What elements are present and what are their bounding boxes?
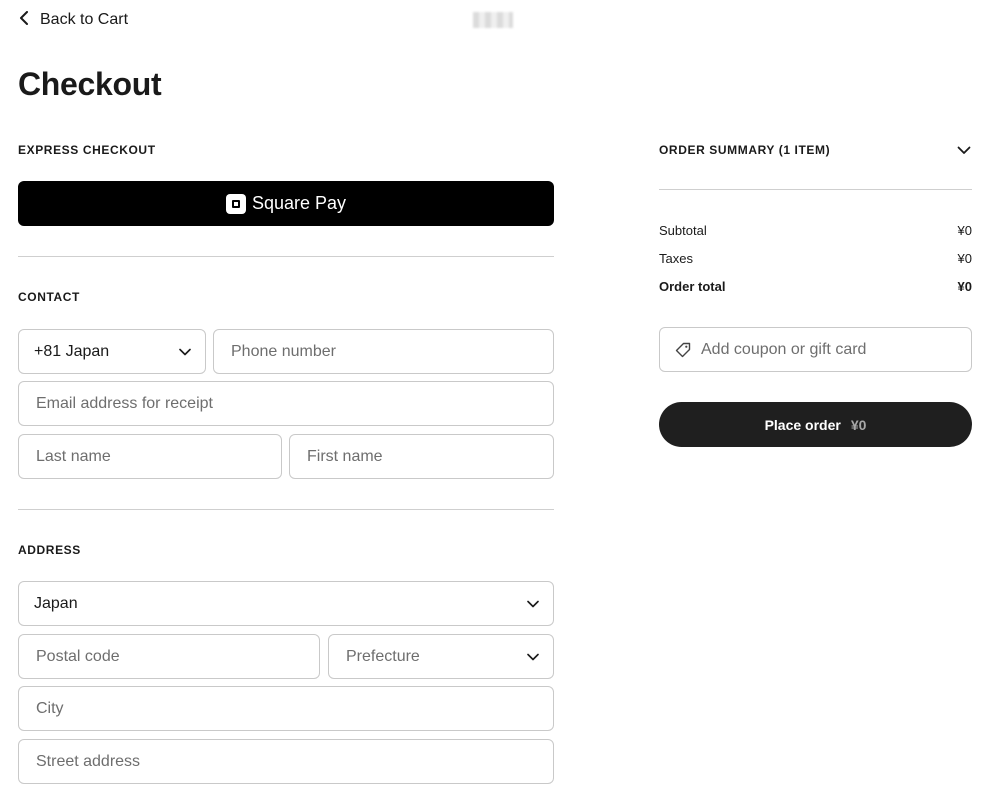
- taxes-row: Taxes ¥0: [659, 251, 972, 266]
- country-value: Japan: [34, 594, 78, 612]
- chevron-down-icon: [527, 600, 539, 607]
- back-to-cart-label: Back to Cart: [40, 11, 129, 28]
- divider: [659, 189, 972, 190]
- add-coupon-button[interactable]: Add coupon or gift card: [659, 327, 972, 372]
- back-to-cart-link[interactable]: Back to Cart: [18, 9, 128, 31]
- prefecture-select[interactable]: Prefecture: [328, 634, 554, 679]
- checkout-page: Back to Cart Checkout EXPRESS CHECKOUT S…: [0, 0, 999, 788]
- chevron-down-icon: [957, 146, 971, 154]
- postal-code-input[interactable]: Postal code: [18, 634, 320, 679]
- square-pay-button[interactable]: Square Pay: [18, 181, 554, 226]
- subtotal-label: Subtotal: [659, 223, 707, 238]
- phone-placeholder: Phone number: [231, 342, 336, 360]
- subtotal-value: ¥0: [957, 223, 972, 238]
- tag-icon: [675, 342, 691, 357]
- place-order-label: Place order: [764, 416, 841, 433]
- last-name-input[interactable]: Last name: [18, 434, 282, 479]
- country-code-select[interactable]: +81 Japan: [18, 329, 206, 374]
- first-name-placeholder: First name: [307, 447, 383, 465]
- country-code-value: +81 Japan: [34, 342, 110, 360]
- subtotal-row: Subtotal ¥0: [659, 223, 972, 238]
- order-total-row: Order total ¥0: [659, 279, 972, 294]
- first-name-input[interactable]: First name: [289, 434, 554, 479]
- street-address-placeholder: Street address: [36, 752, 141, 770]
- chevron-left-icon: [18, 10, 30, 30]
- city-input[interactable]: City: [18, 686, 554, 731]
- order-summary-toggle[interactable]: ORDER SUMMARY (1 ITEM): [659, 140, 972, 160]
- store-logo: [473, 12, 513, 28]
- add-coupon-label: Add coupon or gift card: [701, 340, 867, 358]
- square-logo-icon: [225, 193, 246, 214]
- order-summary-heading: ORDER SUMMARY (1 ITEM): [659, 143, 831, 157]
- address-heading: ADDRESS: [18, 543, 81, 557]
- square-pay-label: Square Pay: [251, 193, 347, 213]
- taxes-label: Taxes: [659, 251, 693, 266]
- last-name-placeholder: Last name: [36, 447, 111, 465]
- taxes-value: ¥0: [957, 251, 972, 266]
- express-checkout-heading: EXPRESS CHECKOUT: [18, 143, 156, 157]
- place-order-button[interactable]: Place order ¥0: [659, 402, 972, 447]
- chevron-down-icon: [527, 653, 539, 660]
- city-placeholder: City: [36, 699, 64, 717]
- country-select[interactable]: Japan: [18, 581, 554, 626]
- place-order-amount: ¥0: [850, 416, 867, 433]
- divider: [18, 256, 554, 257]
- email-input[interactable]: Email address for receipt: [18, 381, 554, 426]
- postal-code-placeholder: Postal code: [36, 647, 120, 665]
- contact-heading: CONTACT: [18, 290, 80, 304]
- prefecture-placeholder: Prefecture: [346, 647, 420, 665]
- chevron-down-icon: [179, 348, 191, 355]
- email-placeholder: Email address for receipt: [36, 394, 213, 412]
- divider: [18, 509, 554, 510]
- page-title: Checkout: [18, 66, 162, 102]
- order-total-label: Order total: [659, 279, 726, 294]
- phone-input[interactable]: Phone number: [213, 329, 554, 374]
- order-total-value: ¥0: [957, 279, 972, 294]
- street-address-input[interactable]: Street address: [18, 739, 554, 784]
